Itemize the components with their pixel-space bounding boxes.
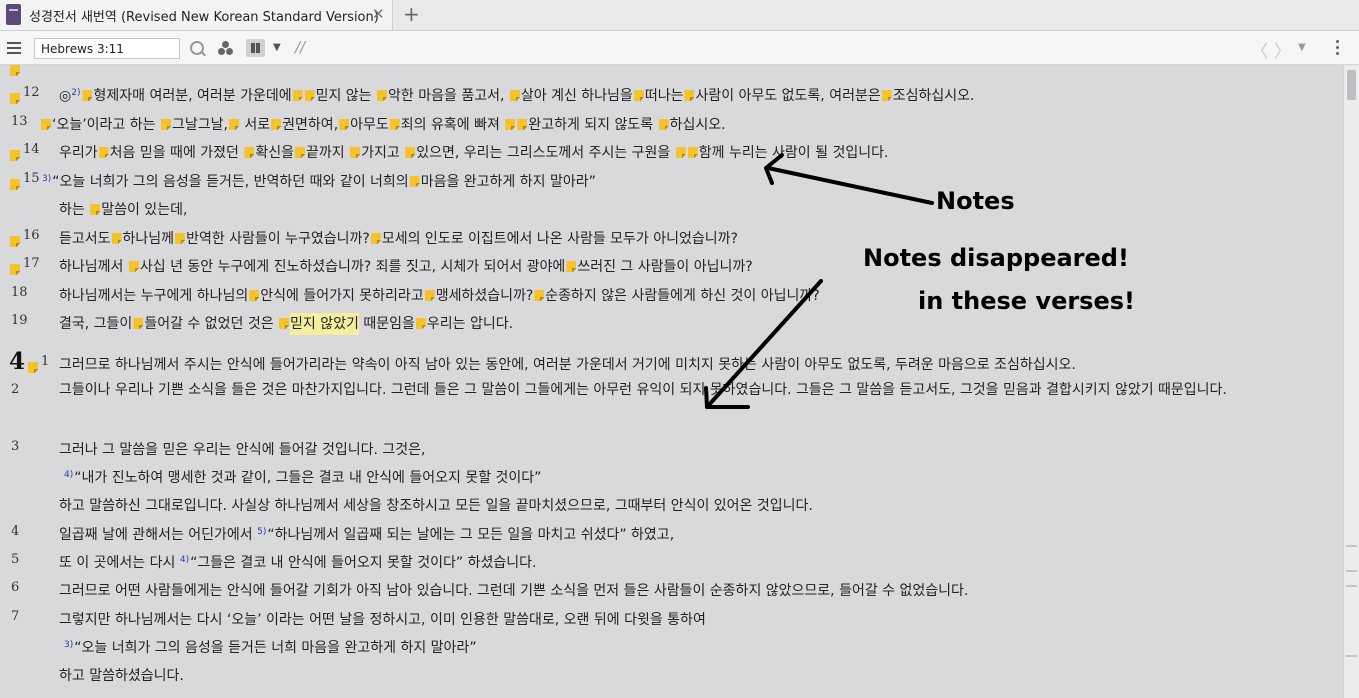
annotation-notes-disappeared: Notes disappeared! bbox=[863, 244, 1129, 272]
arrow-to-verse-14-notes bbox=[766, 166, 934, 205]
arrow-head-disappeared bbox=[704, 386, 750, 409]
annotation-notes: Notes bbox=[936, 187, 1015, 215]
annotation-arrows bbox=[704, 153, 934, 409]
annotation-in-these-verses: in these verses! bbox=[918, 287, 1135, 315]
arrow-to-chapter-4 bbox=[705, 279, 823, 409]
